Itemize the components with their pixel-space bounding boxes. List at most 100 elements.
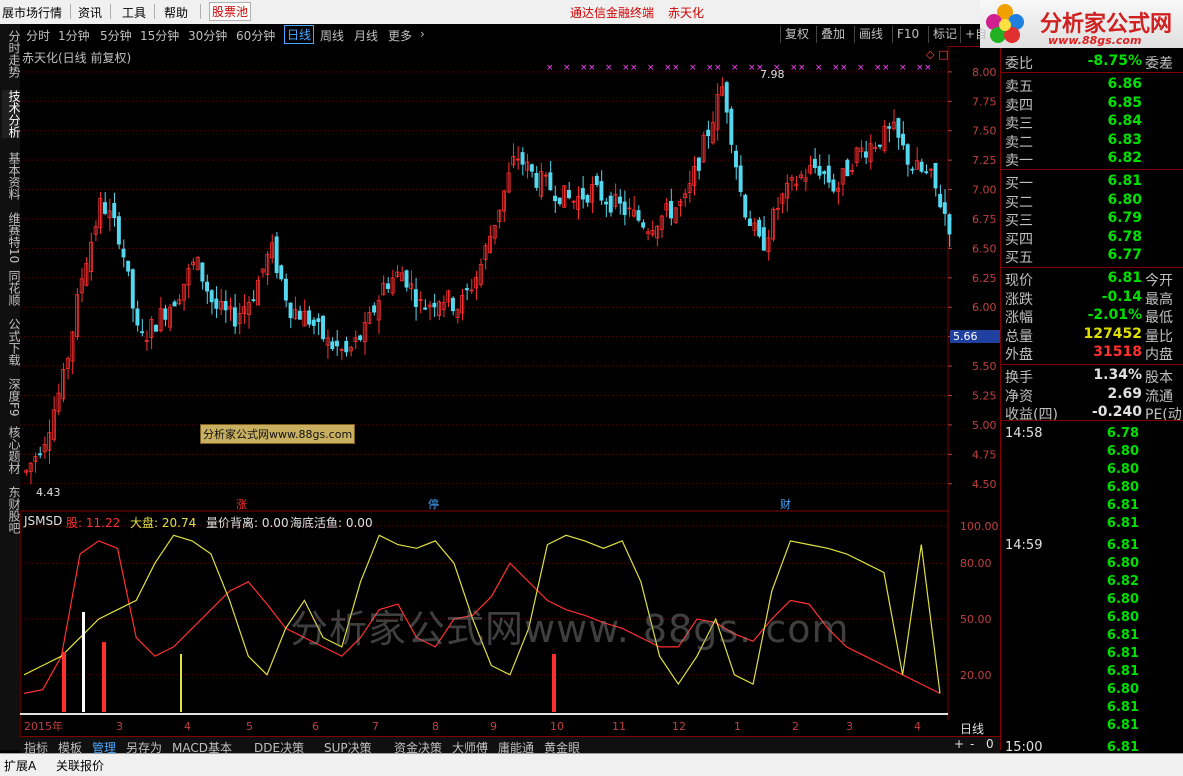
price-axis-label: 6.25 — [972, 272, 997, 285]
tab-period-fenshi[interactable]: 分时 — [26, 27, 50, 44]
tab-period-monthly[interactable]: 月线 — [354, 27, 378, 44]
current-price-tag: 5.66 — [950, 330, 1000, 343]
candle-body — [334, 340, 339, 347]
buy-row: 买三 6.79 — [1005, 210, 1180, 229]
fuquan-button[interactable]: 复权 — [780, 26, 813, 43]
signal-marker: × — [832, 63, 840, 73]
stat-label: 现价 — [1005, 273, 1033, 289]
menu-stock-pool[interactable]: 股票池 — [209, 2, 252, 21]
indicator-axis-label: 50.00 — [960, 613, 992, 626]
event-marker: 涨 — [236, 498, 247, 511]
candle-body — [594, 175, 599, 185]
candle-body — [761, 227, 766, 251]
signal-bar — [552, 654, 556, 712]
overlay-button[interactable]: 叠加 — [816, 26, 849, 43]
menu-help[interactable]: 帮助 — [164, 4, 188, 21]
menu-market[interactable]: 展市场行情 — [2, 4, 62, 21]
indicator-axis-label: 100.00 — [960, 520, 999, 533]
tab-period-more[interactable]: 更多 — [388, 27, 412, 44]
zoom-in-button[interactable]: + — [954, 737, 964, 751]
candle-body — [877, 144, 882, 147]
indicator-stock-label: 股: 11.22 — [66, 516, 121, 530]
tick-price: 6.81 — [1106, 664, 1139, 679]
stat-row: 净资 2.69 流通 — [1005, 386, 1180, 405]
candle-body — [548, 172, 553, 191]
kline-chart[interactable]: 8.007.757.507.257.006.756.506.256.005.75… — [20, 46, 1000, 512]
buy-row: 买五 6.77 — [1005, 247, 1180, 266]
candle-body — [669, 200, 674, 219]
tab-formula-download[interactable]: 公式下载 — [2, 318, 21, 366]
draw-line-button[interactable]: 画线 — [854, 26, 887, 43]
indicator-chart[interactable]: 100.00 80.00 50.00 20.00 2015年 3 4 5 6 7 8 9 10 11 12 1… — [20, 512, 1000, 733]
candle-body — [636, 210, 641, 221]
signal-marker: × — [790, 63, 798, 73]
buy-level-label: 买五 — [1005, 250, 1033, 266]
sell-price: 6.82 — [1107, 150, 1142, 166]
tab-period-weekly[interactable]: 周线 — [320, 27, 344, 44]
signal-marker: × — [731, 63, 739, 73]
x-axis-label: 11 — [612, 720, 626, 733]
f10-button[interactable]: F10 — [892, 26, 923, 43]
tick-price: 6.80 — [1106, 462, 1139, 477]
candle-body — [112, 203, 117, 219]
stat-right-label: PE(动) — [1145, 407, 1183, 423]
low-label: 4.43 — [36, 486, 61, 499]
stat-label: 涨跌 — [1005, 291, 1033, 308]
signal-marker: × — [689, 63, 697, 73]
candle-body — [232, 307, 237, 327]
tab-forum[interactable]: 东财股吧 — [2, 486, 21, 534]
candle-body — [330, 341, 335, 350]
left-tabs: 分时走势 技术分析 基本资料 维赛特10 同花顺 公式下载 深度F9 核心题材 … — [0, 24, 21, 750]
tab-basics[interactable]: 基本资料 — [2, 152, 21, 200]
zoom-reset-button[interactable]: 0 — [986, 737, 994, 751]
indicator-axis-label: 80.00 — [960, 557, 992, 570]
brand-url: www.88gs.com — [1048, 34, 1142, 47]
tab-period-1min[interactable]: 1分钟 — [58, 27, 90, 44]
tab-tonghuashun[interactable]: 同花顺 — [2, 270, 21, 306]
mark-button[interactable]: 标记 — [928, 26, 961, 43]
chevron-right-icon[interactable]: › — [420, 27, 425, 41]
tab-period-60min[interactable]: 60分钟 — [236, 27, 275, 44]
stat-label: 总量 — [1005, 328, 1033, 345]
signal-marker: × — [647, 63, 655, 73]
price-axis-label: 4.50 — [972, 478, 997, 491]
tick-price: 6.80 — [1106, 556, 1139, 571]
tab-period-15min[interactable]: 15分钟 — [140, 27, 179, 44]
tab-depth[interactable]: 深度F9 — [2, 378, 21, 417]
chart-title: 赤天化(日线 前复权) — [22, 51, 132, 65]
stat-right-label: 内盘 — [1145, 347, 1173, 363]
candle-body — [288, 302, 293, 319]
tab-core-theme[interactable]: 核心题材 — [2, 426, 21, 474]
candle-body — [534, 172, 539, 188]
status-related-quote[interactable]: 关联报价 — [56, 757, 104, 774]
buy-level-label: 买一 — [1005, 176, 1033, 192]
tick-price: 6.80 — [1106, 610, 1139, 625]
tab-wisite[interactable]: 维赛特10 — [2, 212, 21, 263]
signal-marker: × — [857, 63, 865, 73]
tab-period-5min[interactable]: 5分钟 — [100, 27, 132, 44]
candle-body — [938, 193, 943, 208]
menu-separator — [110, 4, 111, 19]
tick-price: 6.80 — [1106, 592, 1139, 607]
indicator-market-label: 大盘: 20.74 — [130, 516, 197, 530]
tab-intraday[interactable]: 分时走势 — [2, 30, 21, 78]
menu-news[interactable]: 资讯 — [78, 4, 102, 21]
tick-price: 6.81 — [1106, 628, 1139, 643]
candle-body — [464, 288, 469, 291]
candle-body — [933, 162, 938, 189]
status-expand[interactable]: 扩展A — [4, 757, 36, 774]
tab-period-daily[interactable]: 日线 — [284, 25, 315, 44]
stat-row: 涨跌 -0.14 最高 — [1005, 289, 1180, 308]
zoom-out-button[interactable]: - — [970, 737, 974, 751]
add-custom-button[interactable]: +自 — [960, 26, 991, 43]
tab-technical[interactable]: 技术分析 — [2, 90, 21, 138]
candle-body — [205, 281, 210, 292]
stat-value: -0.240 — [1091, 404, 1142, 420]
stat-label: 涨幅 — [1005, 310, 1033, 326]
tab-period-30min[interactable]: 30分钟 — [188, 27, 227, 44]
sell-level-label: 卖四 — [1005, 97, 1033, 114]
sell-row: 卖二 6.83 — [1005, 132, 1180, 151]
menu-tools[interactable]: 工具 — [122, 4, 146, 21]
status-bar: 扩展A 关联报价 — [0, 753, 1183, 776]
kline-canvas[interactable]: 8.007.757.507.257.006.756.506.256.005.75… — [20, 46, 1000, 512]
